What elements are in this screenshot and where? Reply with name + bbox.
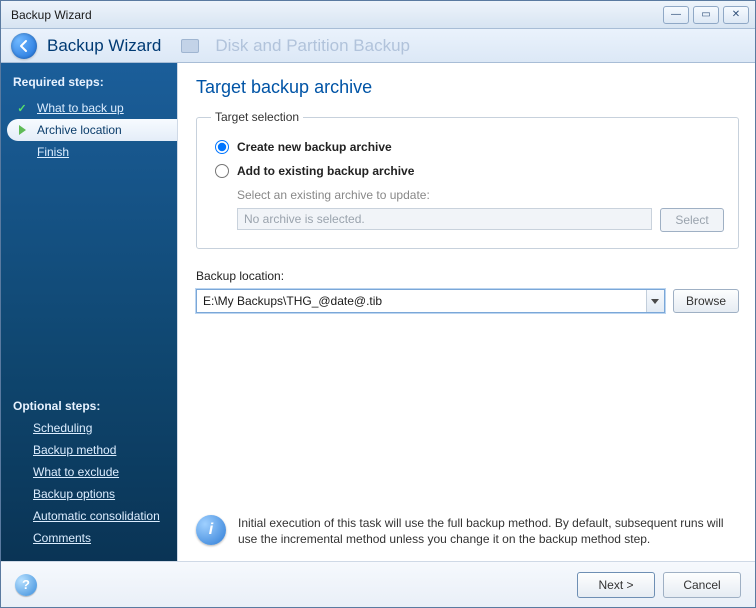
backup-location-combo[interactable] (196, 289, 665, 313)
page-title: Target backup archive (196, 77, 739, 98)
titlebar: Backup Wizard — ▭ ✕ (1, 1, 755, 29)
sidebar: Required steps: ✓ What to back up Archiv… (1, 63, 177, 561)
arrow-left-icon (17, 39, 31, 53)
step-finish[interactable]: Finish (1, 141, 177, 163)
help-button[interactable]: ? (15, 574, 37, 596)
optional-steps-title: Optional steps: (1, 393, 177, 421)
radio-add-existing[interactable] (215, 164, 229, 178)
ghost-breadcrumb: Disk and Partition Backup (181, 36, 410, 56)
opt-what-to-exclude[interactable]: What to exclude (33, 465, 165, 479)
chevron-down-icon (651, 299, 659, 304)
target-selection-group: Target selection Create new backup archi… (196, 110, 739, 249)
wizard-header: Backup Wizard Disk and Partition Backup (1, 29, 755, 63)
backup-location-input[interactable] (196, 289, 665, 313)
browse-button[interactable]: Browse (673, 289, 739, 313)
info-text: Initial execution of this task will use … (238, 515, 739, 547)
window-title: Backup Wizard (11, 8, 92, 22)
backup-location-dropdown[interactable] (646, 290, 664, 312)
radio-create-new-label: Create new backup archive (237, 140, 392, 154)
cancel-button[interactable]: Cancel (663, 572, 741, 598)
select-archive-button: Select (660, 208, 724, 232)
minimize-button[interactable]: — (663, 6, 689, 24)
radio-add-existing-label: Add to existing backup archive (237, 164, 414, 178)
radio-create-new[interactable] (215, 140, 229, 154)
footer: ? Next > Cancel (1, 561, 755, 607)
step-archive-location[interactable]: Archive location (7, 119, 177, 141)
existing-archive-field (237, 208, 652, 230)
blank-icon (15, 145, 29, 159)
opt-comments[interactable]: Comments (33, 531, 165, 545)
info-icon: i (196, 515, 226, 545)
wizard-title: Backup Wizard (47, 36, 161, 56)
close-button[interactable]: ✕ (723, 6, 749, 24)
maximize-button[interactable]: ▭ (693, 6, 719, 24)
target-selection-legend: Target selection (211, 110, 303, 124)
step-label: Finish (37, 145, 69, 159)
opt-scheduling[interactable]: Scheduling (33, 421, 165, 435)
opt-backup-options[interactable]: Backup options (33, 487, 165, 501)
backup-wizard-window: Backup Wizard — ▭ ✕ Backup Wizard Disk a… (0, 0, 756, 608)
disk-icon (181, 39, 199, 53)
step-what-to-backup[interactable]: ✓ What to back up (1, 97, 177, 119)
arrow-right-icon (15, 123, 29, 137)
content-pane: Target backup archive Target selection C… (177, 63, 755, 561)
existing-hint: Select an existing archive to update: (237, 188, 724, 202)
opt-auto-consolidation[interactable]: Automatic consolidation (33, 509, 165, 523)
backup-location-label: Backup location: (196, 269, 739, 283)
step-label: Archive location (37, 123, 122, 137)
next-button[interactable]: Next > (577, 572, 655, 598)
opt-backup-method[interactable]: Backup method (33, 443, 165, 457)
step-label: What to back up (37, 101, 124, 115)
check-icon: ✓ (15, 101, 29, 115)
back-button[interactable] (11, 33, 37, 59)
ghost-sub: Disk and Partition Backup (215, 36, 410, 56)
required-steps-title: Required steps: (1, 69, 177, 97)
